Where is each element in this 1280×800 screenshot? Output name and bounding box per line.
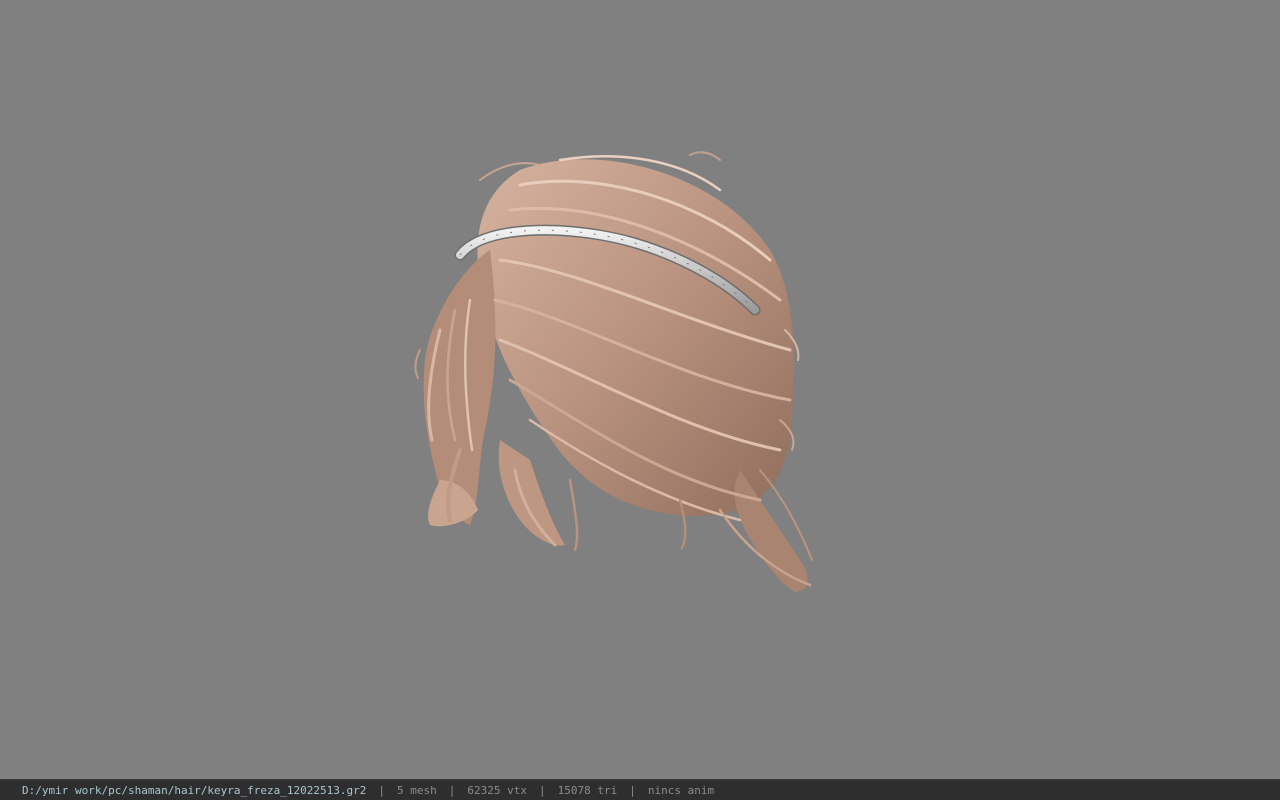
hair-mass <box>423 159 808 592</box>
separator: | <box>448 783 456 797</box>
3d-viewport[interactable] <box>0 0 1280 779</box>
vertex-count: 62325 vtx <box>467 783 527 797</box>
separator: | <box>629 783 636 797</box>
anim-status: nincs anim <box>647 783 715 797</box>
separator: | <box>538 783 546 797</box>
hair-model-render <box>414 151 813 592</box>
status-bar: D:/ymir work/pc/shaman/hair/keyra_freza_… <box>0 779 1280 800</box>
mesh-count: 5 mesh <box>397 783 437 797</box>
triangle-count: 15078 tri <box>557 783 618 797</box>
file-path: D:/ymir work/pc/shaman/hair/keyra_freza_… <box>22 783 367 797</box>
separator: | <box>378 783 385 797</box>
